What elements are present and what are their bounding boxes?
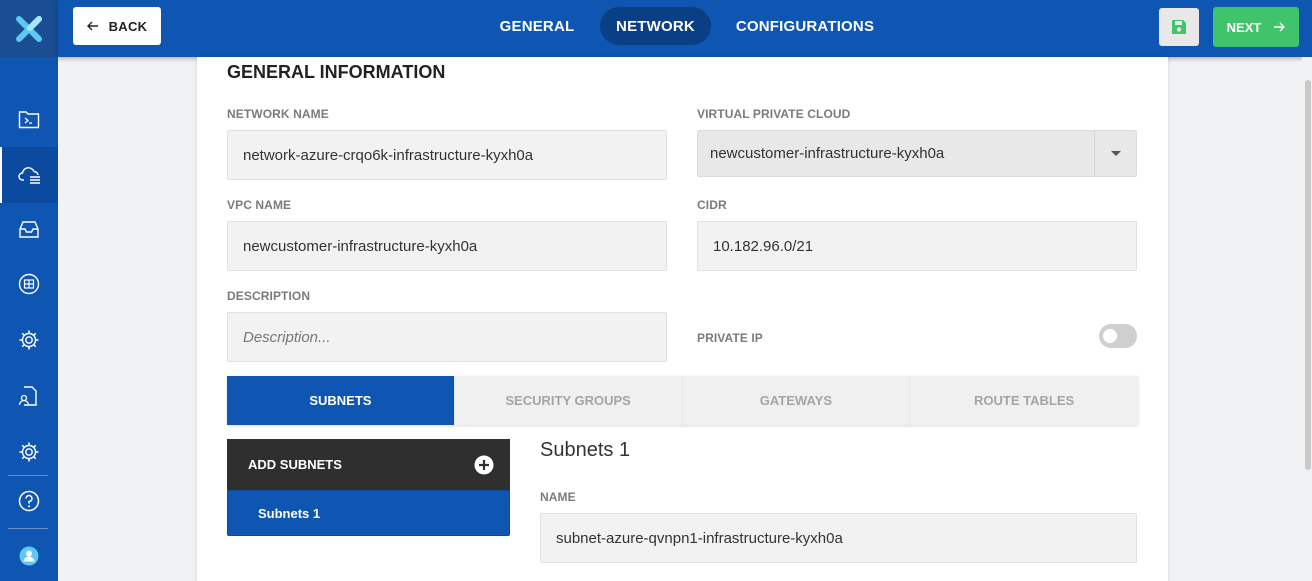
app-logo[interactable] [0, 0, 58, 57]
document-user-icon [18, 386, 37, 406]
vpc-label: VIRTUAL PRIVATE CLOUD [697, 107, 851, 121]
vpc-dropdown-toggle[interactable] [1094, 131, 1136, 176]
subtab-gateways-label: GATEWAYS [759, 393, 832, 408]
tab-network-label: NETWORK [616, 17, 695, 35]
floppy-save-icon [1172, 20, 1186, 34]
subtab-subnets[interactable]: SUBNETS [227, 376, 455, 425]
network-form-card: GENERAL INFORMATION NETWORK NAME network… [197, 57, 1168, 581]
help-circle-icon [18, 490, 40, 512]
subnet-name-label: NAME [540, 490, 576, 504]
x-logo-icon [16, 15, 42, 42]
network-name-label: NETWORK NAME [227, 107, 329, 121]
subtab-security-groups[interactable]: SECURITY GROUPS [455, 376, 683, 425]
tab-general[interactable]: GENERAL [498, 7, 576, 45]
section-title: GENERAL INFORMATION [227, 62, 446, 82]
subnet-detail-title: Subnets 1 [540, 439, 631, 461]
toggle-knob [1103, 329, 1117, 343]
caret-down-icon [1110, 150, 1121, 156]
user-avatar-icon [19, 546, 39, 566]
back-label: BACK [108, 18, 148, 34]
tab-configurations-label: CONFIGURATIONS [735, 17, 875, 35]
add-subnets-label: ADD SUBNETS [248, 457, 342, 472]
inbox-tray-icon [19, 221, 39, 238]
sidebar-item-settings[interactable] [0, 312, 58, 368]
tab-network[interactable]: NETWORK [600, 7, 711, 45]
save-button[interactable] [1159, 8, 1199, 46]
subtab-route-tables[interactable]: ROUTE TABLES [910, 376, 1138, 425]
subtab-gateways[interactable]: GATEWAYS [683, 376, 911, 425]
subtab-route-tables-label: ROUTE TABLES [974, 393, 1075, 408]
cloud-list-icon [18, 167, 40, 184]
sidebar-item-config[interactable] [0, 424, 58, 480]
sidebar-item-cloud[interactable] [0, 147, 58, 203]
description-label: DESCRIPTION [227, 289, 311, 303]
sidebar-item-packages[interactable] [0, 256, 58, 312]
cidr-field[interactable]: 10.182.96.0/21 [697, 221, 1137, 271]
sidebar-item-help[interactable] [0, 473, 58, 529]
sidebar-item-documents[interactable] [0, 368, 58, 424]
subnet-list-item-label: Subnets 1 [258, 505, 321, 521]
gear-icon [19, 442, 39, 462]
subnet-list-item[interactable]: Subnets 1 [227, 490, 510, 536]
sidebar [0, 0, 58, 581]
plus-circle-icon [474, 455, 494, 474]
next-label: NEXT [1226, 19, 1262, 35]
description-field[interactable]: Description... [227, 312, 667, 362]
tab-general-label: GENERAL [499, 17, 575, 35]
private-ip-label: PRIVATE IP [697, 331, 763, 345]
private-ip-toggle[interactable] [1099, 324, 1137, 348]
cidr-label: CIDR [697, 198, 727, 212]
sidebar-item-terminal[interactable] [0, 91, 58, 147]
network-subtabs: SUBNETS SECURITY GROUPS GATEWAYS ROUTE T… [227, 376, 1138, 425]
add-subnets-button[interactable]: ADD SUBNETS [227, 439, 510, 490]
subtab-security-groups-label: SECURITY GROUPS [505, 393, 631, 408]
page-scrollbar-thumb[interactable] [1305, 80, 1311, 470]
network-name-field[interactable]: network-azure-crqo6k-infrastructure-kyxh… [227, 130, 667, 180]
back-button[interactable]: BACK [73, 7, 161, 45]
terminal-folder-icon [18, 111, 40, 129]
sidebar-item-inbox[interactable] [0, 201, 58, 257]
arrow-left-icon [86, 21, 98, 31]
vpc-name-label: VPC NAME [227, 198, 292, 212]
vpc-select[interactable]: newcustomer-infrastructure-kyxh0a [697, 130, 1137, 177]
gear-icon [19, 330, 39, 350]
tab-configurations[interactable]: CONFIGURATIONS [735, 7, 875, 45]
arrow-right-icon [1274, 22, 1286, 32]
vpc-name-field[interactable]: newcustomer-infrastructure-kyxh0a [227, 221, 667, 271]
box-grid-icon [18, 273, 40, 295]
next-button[interactable]: NEXT [1213, 7, 1299, 47]
top-bar: BACK GENERAL NETWORK CONFIGURATIONS NEXT [58, 0, 1312, 57]
subnet-name-field[interactable]: subnet-azure-qvnpn1-infrastructure-kyxh0… [540, 513, 1137, 563]
subtab-subnets-label: SUBNETS [309, 393, 372, 408]
vpc-select-value: newcustomer-infrastructure-kyxh0a [710, 145, 945, 162]
sidebar-item-profile[interactable] [0, 528, 58, 581]
